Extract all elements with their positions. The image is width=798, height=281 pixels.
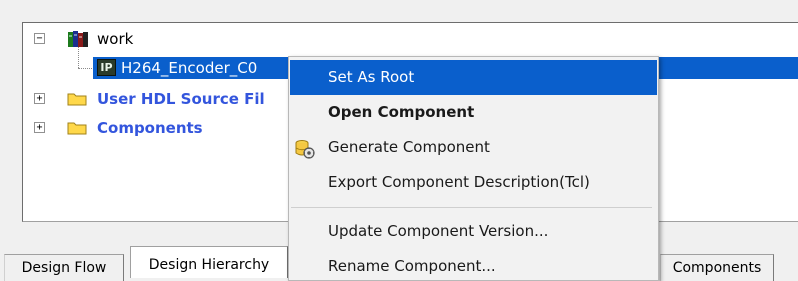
tree-connector bbox=[78, 68, 92, 69]
expand-toggle[interactable]: + bbox=[34, 93, 45, 104]
tree-item-component-label[interactable]: H264_Encoder_C0 bbox=[121, 57, 257, 79]
menu-item-open-component[interactable]: Open Component bbox=[290, 95, 657, 130]
tree-item-components-label[interactable]: Components bbox=[97, 119, 203, 137]
menu-item-update-version[interactable]: Update Component Version... bbox=[290, 214, 657, 249]
folder-icon bbox=[67, 122, 87, 135]
tree-item-user-hdl-label[interactable]: User HDL Source Fil bbox=[97, 90, 265, 108]
generate-component-icon bbox=[295, 140, 315, 159]
tab-design-hierarchy[interactable]: Design Hierarchy bbox=[130, 246, 288, 278]
tree-item-work-label[interactable]: work bbox=[97, 30, 133, 48]
menu-item-export-description[interactable]: Export Component Description(Tcl) bbox=[290, 165, 657, 200]
menu-separator bbox=[291, 207, 652, 208]
tree-connector bbox=[78, 46, 79, 68]
tab-design-flow[interactable]: Design Flow bbox=[4, 254, 124, 281]
menu-item-generate-component[interactable]: Generate Component bbox=[290, 130, 657, 165]
menu-item-generate-label: Generate Component bbox=[328, 138, 490, 156]
context-menu: Set As Root Open Component Generate Comp… bbox=[288, 56, 659, 281]
expand-toggle[interactable]: + bbox=[34, 122, 45, 133]
library-books-icon bbox=[68, 31, 88, 47]
tab-components[interactable]: Components bbox=[660, 254, 774, 281]
collapse-toggle[interactable]: − bbox=[34, 33, 45, 44]
folder-icon bbox=[67, 93, 87, 106]
ip-core-icon: IP bbox=[97, 59, 116, 76]
menu-item-rename-component[interactable]: Rename Component... bbox=[290, 249, 657, 281]
menu-item-set-as-root[interactable]: Set As Root bbox=[290, 60, 657, 95]
